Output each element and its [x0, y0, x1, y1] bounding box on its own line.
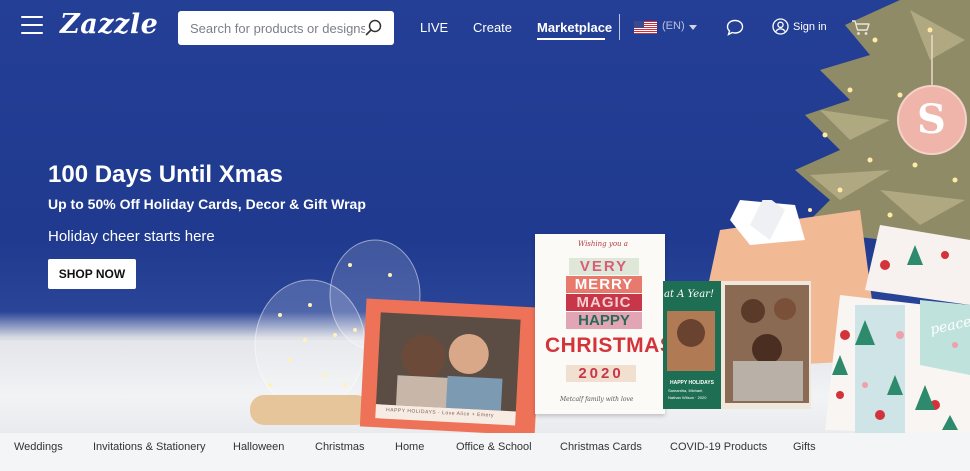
christmas-card-line-6: 2020 — [566, 365, 636, 382]
category-bar: Weddings Invitations & Stationery Hallow… — [0, 433, 970, 471]
sign-in-label: Sign in — [793, 21, 827, 33]
hero-banner[interactable]: S HAPPY HOLIDAYS · Love Alice + Emery Wi… — [0, 0, 970, 433]
green-card-title: HAPPY HOLIDAYS — [670, 380, 714, 386]
cart-icon[interactable] — [851, 19, 871, 36]
category-halloween[interactable]: Halloween — [233, 441, 284, 453]
category-christmas[interactable]: Christmas — [315, 441, 365, 453]
christmas-card-line-4: HAPPY — [566, 312, 642, 329]
zazzle-logo[interactable]: Zazzle — [60, 9, 158, 40]
christmas-card-bottom-script: Metcalf family with love — [560, 396, 634, 403]
category-covid-19-products[interactable]: COVID-19 Products — [670, 441, 767, 453]
christmas-card-top-script: Wishing you a — [578, 240, 628, 248]
category-home[interactable]: Home — [395, 441, 424, 453]
us-flag-icon — [634, 21, 657, 34]
green-card-names-2: Nathan Wilson · 2020 — [668, 395, 707, 400]
nav-active-underline — [537, 38, 605, 40]
green-card-top: at A Year! — [664, 289, 714, 300]
hero-headline: 100 Days Until Xmas — [48, 161, 283, 188]
nav-marketplace[interactable]: Marketplace — [537, 20, 612, 35]
nav-create[interactable]: Create — [473, 20, 512, 35]
search-icon[interactable] — [365, 19, 382, 36]
category-weddings[interactable]: Weddings — [14, 441, 63, 453]
search-box — [178, 11, 394, 45]
nav-live[interactable]: LIVE — [420, 20, 448, 35]
chat-bubble-icon[interactable] — [726, 19, 744, 36]
hero-tagline: Holiday cheer starts here — [48, 228, 215, 245]
hero-subheadline: Up to 50% Off Holiday Cards, Decor & Gif… — [48, 196, 366, 212]
category-gifts[interactable]: Gifts — [793, 441, 816, 453]
category-invitations-stationery[interactable]: Invitations & Stationery — [93, 441, 206, 453]
category-christmas-cards[interactable]: Christmas Cards — [560, 441, 642, 453]
chevron-down-icon — [689, 25, 697, 30]
user-icon — [772, 18, 789, 35]
category-office-school[interactable]: Office & School — [456, 441, 532, 453]
top-navigation-bar: Zazzle LIVE Create Marketplace (EN) — [0, 0, 970, 56]
hamburger-menu-icon[interactable] — [21, 16, 43, 36]
christmas-card-line-5: CHRISTMAS — [545, 334, 675, 357]
search-input[interactable] — [190, 18, 365, 38]
christmas-card-line-2: MERRY — [566, 276, 642, 293]
green-card-names: Samantha, Michael, — [668, 388, 704, 393]
locale-code: (EN) — [662, 20, 685, 32]
ornament-letter: S — [917, 96, 946, 143]
christmas-card-line-1: VERY — [569, 258, 639, 275]
christmas-card-line-3: MAGIC — [566, 294, 642, 311]
nav-divider — [619, 14, 620, 40]
shop-now-button[interactable]: SHOP NOW — [48, 259, 136, 289]
